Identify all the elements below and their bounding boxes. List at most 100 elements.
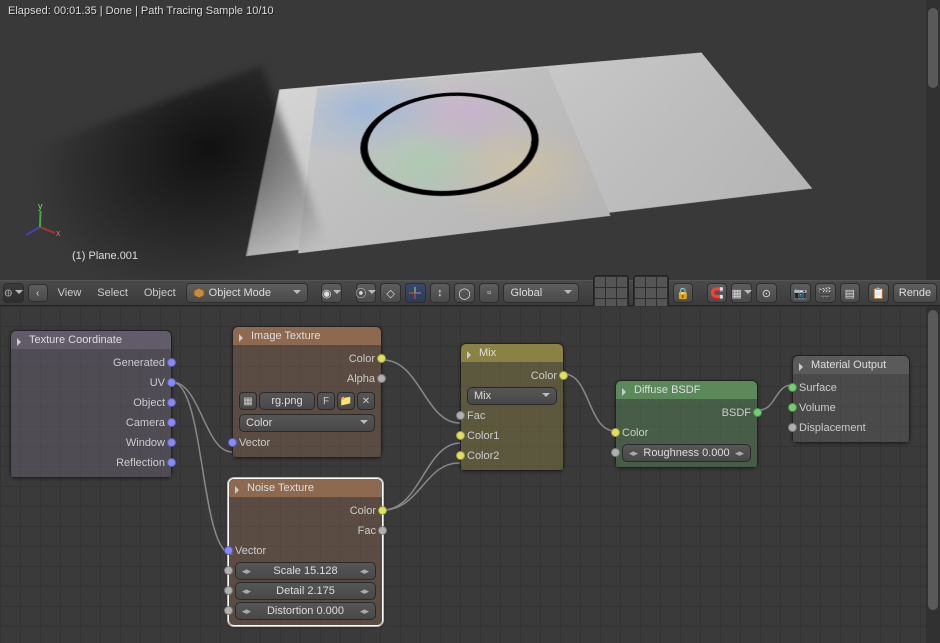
socket-out-generated[interactable]: Generated	[11, 353, 171, 373]
node-header[interactable]: Diffuse BSDF	[616, 381, 757, 399]
socket-out-alpha[interactable]: Alpha	[233, 369, 381, 389]
image-datablock-row: ▦ rg.png F 📁 ✕	[233, 389, 381, 413]
active-object-label: (1) Plane.001	[72, 250, 138, 262]
blend-mode-row[interactable]: Mix	[461, 386, 563, 406]
socket-in-color[interactable]: Color	[616, 423, 757, 443]
header-3dview: ‹ View Select Object Object Mode ◉ ⦿ ◇ ↕…	[0, 280, 940, 306]
socket-in-vector[interactable]: Vector	[229, 541, 382, 561]
pivot-individual-button[interactable]: ◇	[380, 283, 401, 303]
node-editor[interactable]: Texture Coordinate Generated UV Object C…	[0, 306, 940, 643]
node-header[interactable]: Texture Coordinate	[11, 331, 171, 349]
socket-out-reflection[interactable]: Reflection	[11, 453, 171, 473]
node-noise-texture[interactable]: Noise Texture Color Fac Vector Scale 15.…	[228, 478, 383, 626]
node-title: Mix	[479, 347, 496, 359]
axis-x	[40, 226, 56, 234]
node-editor-scrollbar[interactable]	[926, 306, 940, 643]
snap-target[interactable]: ⊙	[756, 283, 777, 303]
mode-label: Object Mode	[209, 287, 271, 299]
node-texture-coordinate[interactable]: Texture Coordinate Generated UV Object C…	[10, 330, 172, 478]
viewport-scrollbar[interactable]	[926, 0, 940, 280]
socket-out-color[interactable]: Color	[233, 349, 381, 369]
node-title: Image Texture	[251, 330, 321, 342]
cube-icon	[193, 287, 205, 299]
colorspace-row[interactable]: Color	[233, 413, 381, 433]
socket-in-color2[interactable]: Color2	[461, 446, 563, 466]
socket-out-bsdf[interactable]: BSDF	[616, 403, 757, 423]
socket-out-fac[interactable]: Fac	[229, 521, 382, 541]
socket-in-fac[interactable]: Fac	[461, 406, 563, 426]
scrollbar-thumb[interactable]	[928, 8, 938, 88]
node-header[interactable]: Image Texture	[233, 327, 381, 345]
render-status: Elapsed: 00:01.35 | Done | Path Tracing …	[8, 5, 274, 17]
display-mode-button[interactable]: ◉	[321, 283, 342, 303]
node-diffuse-bsdf[interactable]: Diffuse BSDF BSDF Color Roughness 0.000	[615, 380, 758, 468]
node-body: Generated UV Object Camera Window Reflec…	[11, 349, 171, 477]
opengl-render-image[interactable]: 📷	[790, 283, 811, 303]
mode-select[interactable]: Object Mode	[186, 283, 308, 303]
image-open-button[interactable]: 📁	[337, 392, 355, 410]
socket-in-surface[interactable]: Surface	[793, 378, 909, 398]
node-mix[interactable]: Mix Color Mix Fac Color1 Color2	[460, 343, 564, 471]
image-browse-button[interactable]: ▦	[239, 392, 257, 410]
opengl-playback[interactable]: ▤	[840, 283, 861, 303]
node-material-output[interactable]: Material Output Surface Volume Displacem…	[792, 355, 910, 443]
manip-translate[interactable]: ↕	[430, 283, 451, 303]
chevron-down-icon	[291, 287, 301, 299]
node-title: Noise Texture	[247, 482, 314, 494]
socket-in-vector[interactable]: Vector	[233, 433, 381, 453]
socket-out-camera[interactable]: Camera	[11, 413, 171, 433]
socket-out-color[interactable]: Color	[229, 501, 382, 521]
node-body: Surface Volume Displacement	[793, 374, 909, 442]
rendered-plane-top	[246, 52, 812, 256]
node-header[interactable]: Material Output	[793, 356, 909, 374]
collapse-icon	[17, 338, 25, 346]
axis-x-label: x	[56, 228, 61, 238]
node-image-texture[interactable]: Image Texture Color Alpha ▦ rg.png F 📁 ✕…	[232, 326, 382, 458]
viewport-axes: x y	[26, 204, 62, 240]
manip-rotate[interactable]: ◯	[454, 283, 475, 303]
rendered-ring	[359, 86, 555, 206]
socket-in-color1[interactable]: Color1	[461, 426, 563, 446]
snap-element[interactable]: ▦	[731, 283, 752, 303]
socket-in-displacement[interactable]: Displacement	[793, 418, 909, 438]
rendered-texture	[298, 68, 610, 254]
axis-z	[26, 226, 41, 236]
scrollbar-thumb[interactable]	[928, 310, 938, 610]
snap-toggle[interactable]: 🧲	[707, 283, 728, 303]
socket-out-window[interactable]: Window	[11, 433, 171, 453]
node-title: Diffuse BSDF	[634, 384, 700, 396]
menu-select[interactable]: Select	[91, 287, 134, 299]
pivot-button[interactable]: ⦿	[356, 283, 377, 303]
scale-row[interactable]: Scale 15.128	[229, 561, 382, 581]
node-header[interactable]: Mix	[461, 344, 563, 362]
viewport-3d[interactable]: Elapsed: 00:01.35 | Done | Path Tracing …	[0, 0, 940, 280]
detail-row[interactable]: Detail 2.175	[229, 581, 382, 601]
editor-type-button[interactable]	[3, 283, 24, 303]
socket-in-volume[interactable]: Volume	[793, 398, 909, 418]
orientation-select[interactable]: Global	[503, 283, 579, 303]
axis-y	[39, 211, 42, 227]
manipulator-toggle[interactable]	[405, 283, 426, 303]
opengl-render-anim[interactable]: 🎬	[815, 283, 836, 303]
collapse-menus-button[interactable]: ‹	[28, 284, 48, 302]
menu-object[interactable]: Object	[138, 287, 182, 299]
lock-layers-button[interactable]: 🔒	[673, 283, 694, 303]
socket-out-object[interactable]: Object	[11, 393, 171, 413]
socket-out-uv[interactable]: UV	[11, 373, 171, 393]
node-title: Material Output	[811, 359, 886, 371]
node-title: Texture Coordinate	[29, 334, 122, 346]
node-header[interactable]: Noise Texture	[229, 479, 382, 497]
node-body: BSDF Color Roughness 0.000	[616, 399, 757, 467]
roughness-row[interactable]: Roughness 0.000	[616, 443, 757, 463]
manip-scale[interactable]: ▫	[479, 283, 500, 303]
menu-view[interactable]: View	[52, 287, 88, 299]
image-unlink-button[interactable]: ✕	[357, 392, 375, 410]
image-fakeuser-button[interactable]: F	[317, 392, 335, 410]
distortion-row[interactable]: Distortion 0.000	[229, 601, 382, 621]
node-body: Color Mix Fac Color1 Color2	[461, 362, 563, 470]
copy-buffer-button[interactable]: 📋	[868, 283, 889, 303]
render-button[interactable]: Rende	[893, 283, 937, 303]
socket-out-color[interactable]: Color	[461, 366, 563, 386]
axis-y-label: y	[38, 201, 43, 211]
image-name-field[interactable]: rg.png	[259, 392, 315, 410]
